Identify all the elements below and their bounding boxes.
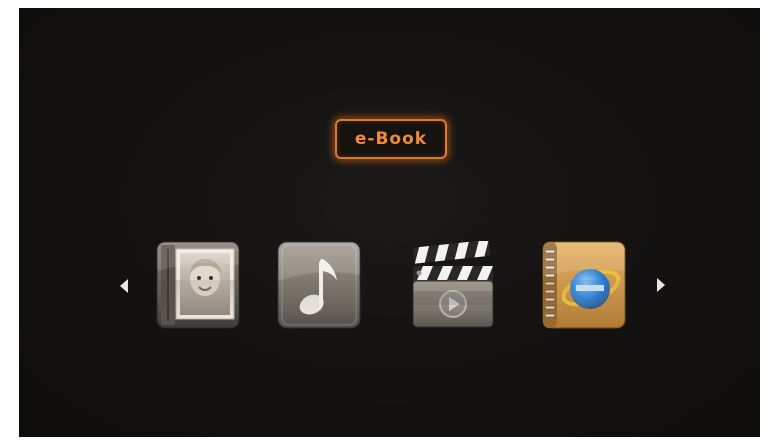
arrow-left-icon[interactable] [120,279,128,293]
ebook-app-button[interactable] [542,241,626,329]
ebook-app-reflection [542,280,626,330]
selected-app-title-box: e-Book [335,119,447,159]
movie-app-reflection [411,280,495,330]
photo-app-button[interactable] [156,241,240,329]
arrow-right-icon[interactable] [657,278,665,292]
media-menu-screen: e-Book [19,8,760,437]
selected-app-title: e-Book [354,129,428,149]
music-app-button[interactable] [277,241,361,329]
movie-app-button[interactable] [411,241,495,329]
photo-app-reflection [156,280,240,330]
music-app-reflection [277,280,361,330]
